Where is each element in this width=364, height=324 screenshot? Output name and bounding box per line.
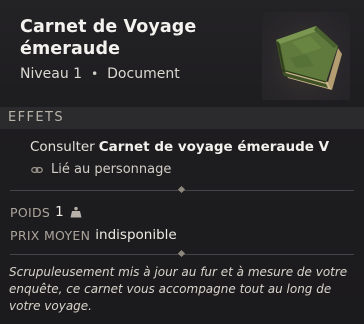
item-tooltip: Carnet de Voyage émeraude Niveau 1 • Doc… [0, 0, 364, 324]
item-title-line1: Carnet de Voyage [20, 17, 197, 37]
link-icon [31, 166, 43, 173]
stat-weight: POIDS 1 [10, 204, 82, 220]
stat-price-label: PRIX MOYEN [10, 227, 91, 243]
effect-consult-target: Carnet de voyage émeraude V [98, 139, 330, 155]
weight-icon [70, 206, 82, 218]
item-title-line2: émeraude [20, 39, 121, 59]
divider [10, 249, 354, 258]
item-description: Scrupuleusement mis à jour au fur et à m… [9, 265, 348, 313]
tooltip-header: Carnet de Voyage émeraude Niveau 1 • Doc… [0, 0, 364, 104]
stat-weight-label: POIDS [10, 204, 51, 220]
subline-separator: • [91, 67, 99, 81]
effect-bound: Lié au personnage [31, 162, 171, 177]
effects-section-title: EFFETS [0, 107, 364, 129]
divider [10, 185, 354, 194]
green-book-icon [276, 26, 342, 90]
divider-ornament [177, 249, 186, 258]
item-title: Carnet de Voyage émeraude [20, 16, 240, 60]
stat-price: PRIX MOYEN indisponible [10, 227, 177, 243]
item-level: Niveau 1 [20, 66, 83, 82]
stat-weight-value: 1 [55, 204, 64, 220]
item-image [262, 12, 350, 100]
stat-price-value: indisponible [95, 227, 177, 243]
item-type: Document [107, 66, 180, 82]
item-subline: Niveau 1 • Document [20, 66, 180, 82]
effect-consult: Consulter Carnet de voyage émeraude V [30, 139, 329, 155]
effect-consult-prefix: Consulter [30, 139, 95, 155]
divider-ornament [177, 185, 186, 194]
effect-bound-label: Lié au personnage [51, 162, 172, 177]
